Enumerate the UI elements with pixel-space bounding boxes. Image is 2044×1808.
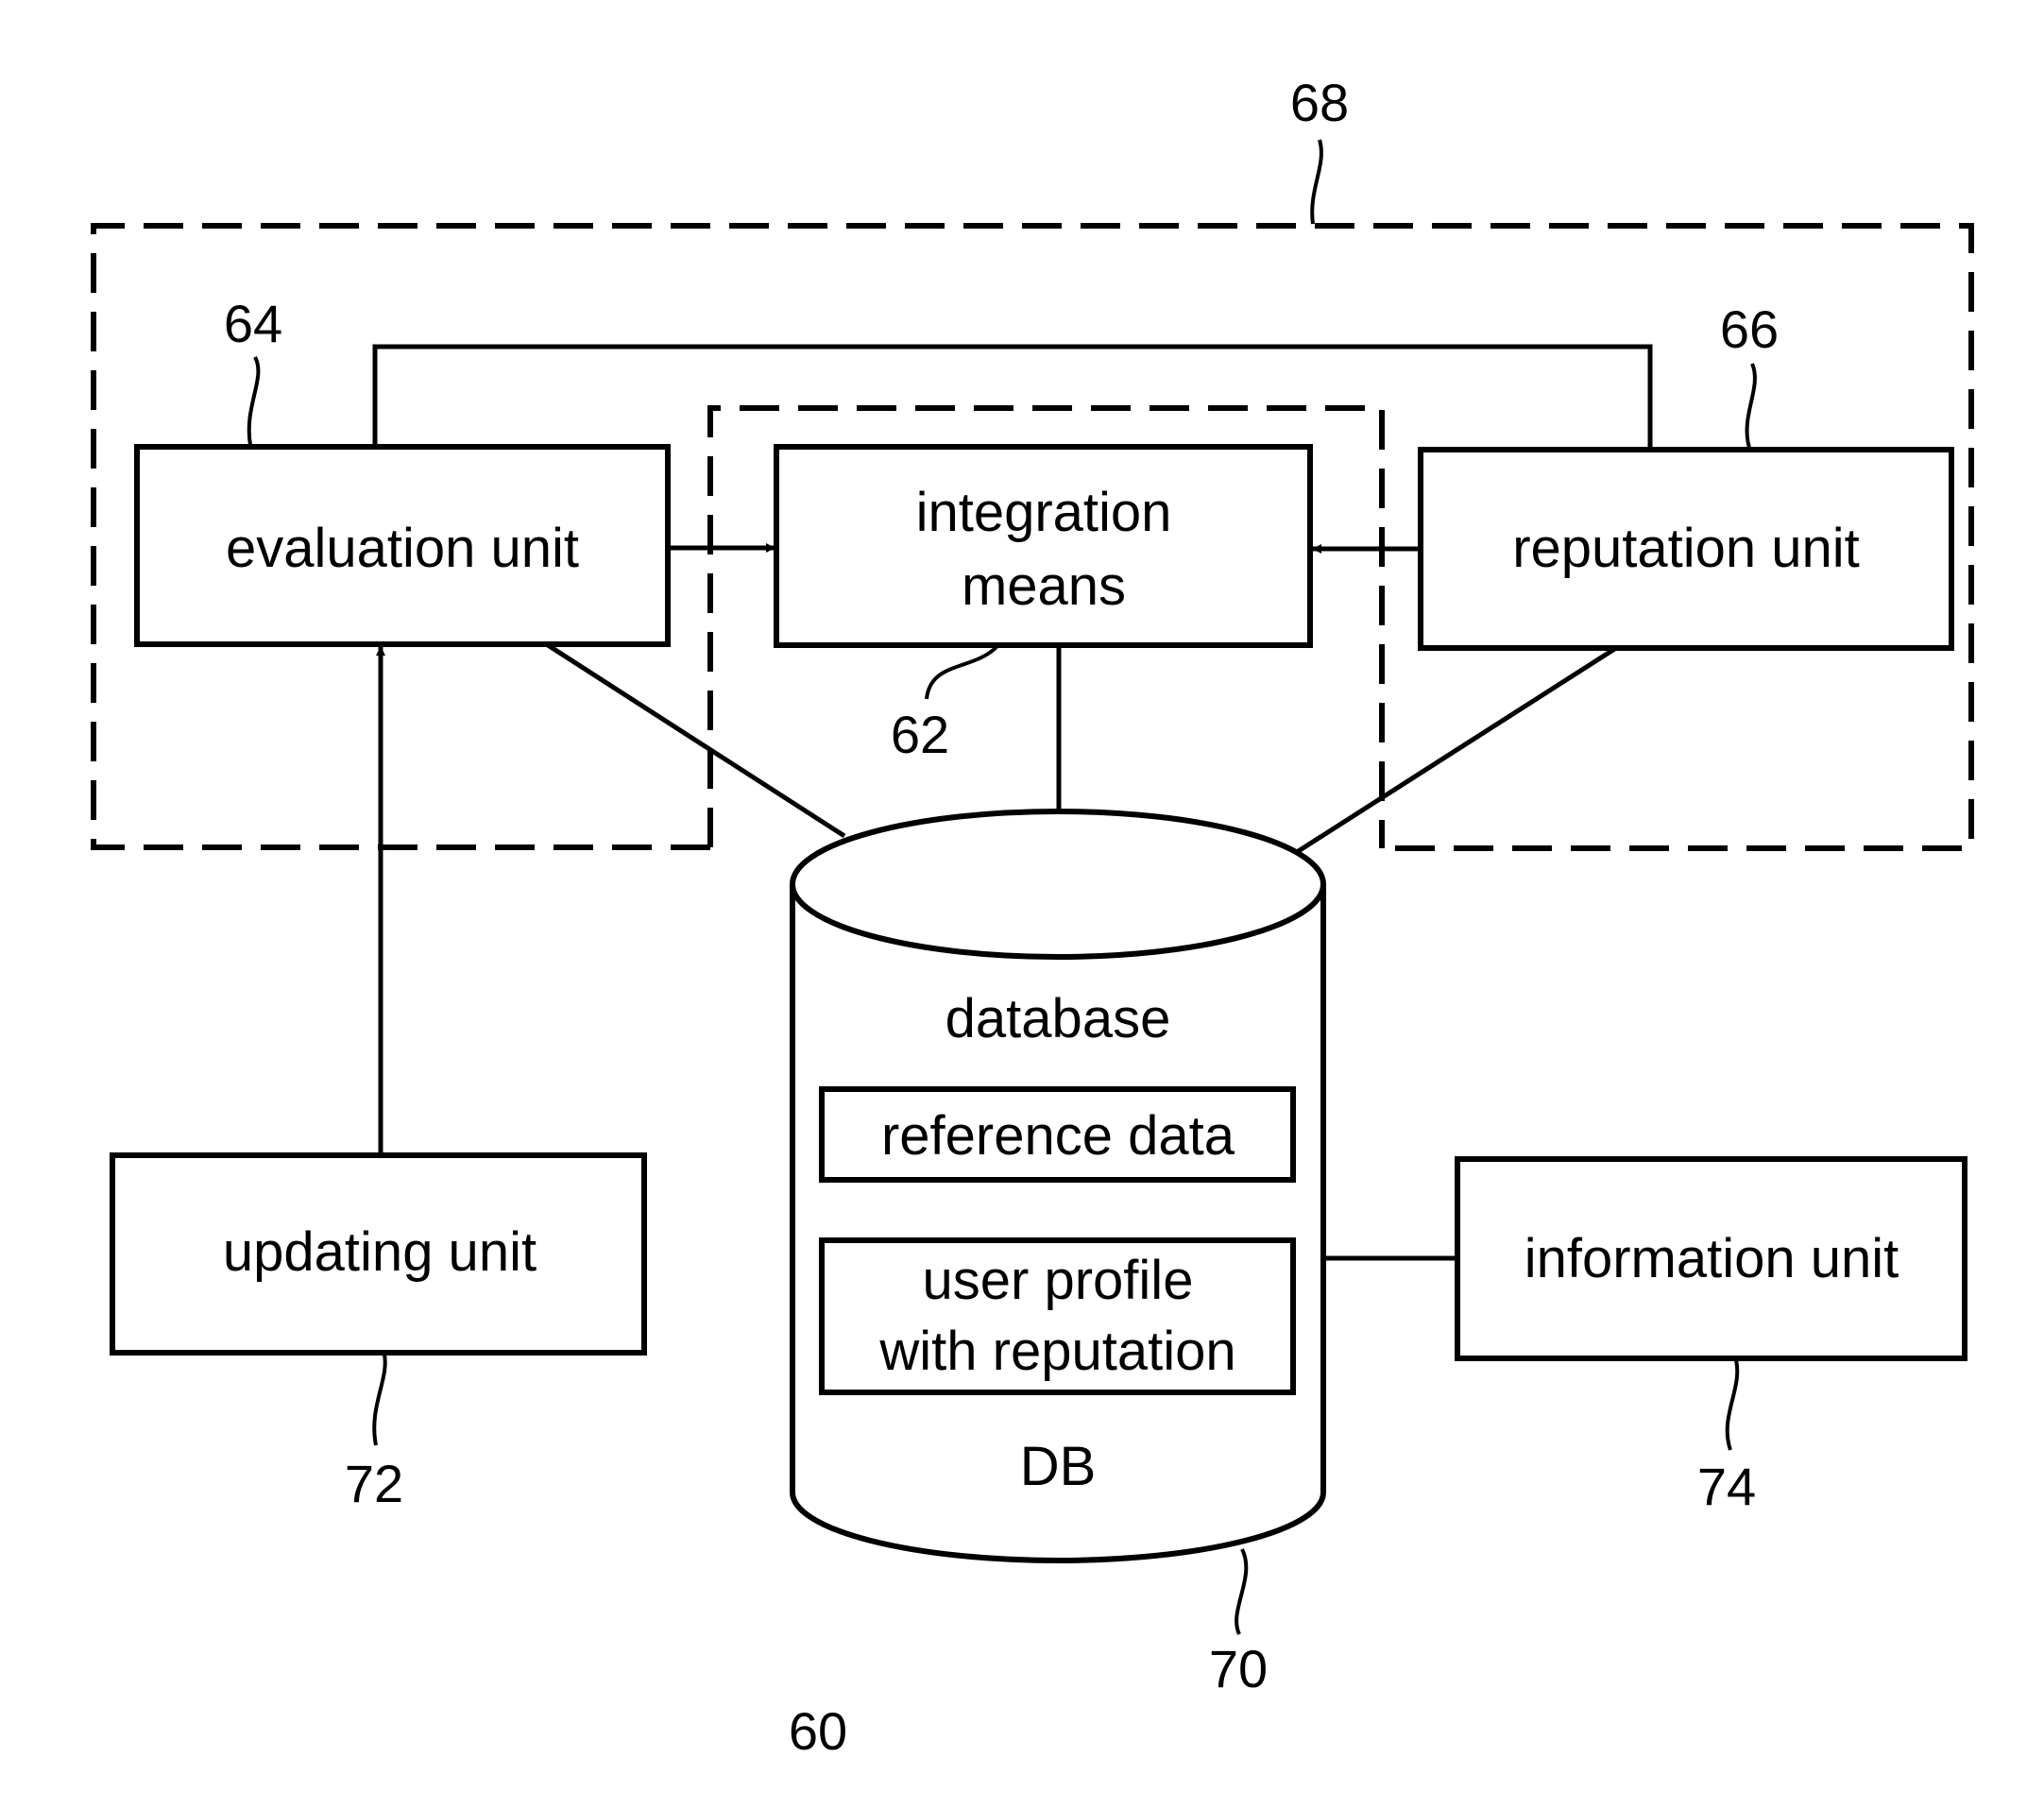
ref-64: 64 bbox=[224, 294, 282, 353]
user-profile-label-line1: user profile bbox=[923, 1250, 1194, 1311]
leader-66 bbox=[1745, 363, 1757, 449]
ref-68: 68 bbox=[1290, 73, 1349, 132]
eval-db-line bbox=[546, 642, 846, 839]
information-unit: information unit bbox=[1455, 1156, 1967, 1361]
reputation-unit-label: reputation unit bbox=[1512, 518, 1860, 579]
information-unit-label: information unit bbox=[1524, 1228, 1899, 1289]
ref-72: 72 bbox=[345, 1454, 403, 1513]
integration-means-label-line2: means bbox=[962, 555, 1126, 617]
block-diagram: evaluation unit integration means reputa… bbox=[91, 73, 1974, 1761]
eval-reputation-connector bbox=[372, 344, 1653, 450]
database-footer: DB bbox=[1020, 1436, 1097, 1497]
evaluation-unit: evaluation unit bbox=[134, 444, 671, 647]
leader-68 bbox=[1310, 139, 1323, 225]
user-profile-label-line2: with reputation bbox=[878, 1321, 1235, 1382]
updating-unit: updating unit bbox=[110, 1152, 647, 1356]
integration-means-label-line1: integration bbox=[916, 482, 1172, 543]
reputation-db-line bbox=[1295, 645, 1618, 855]
figure-number: 60 bbox=[789, 1701, 847, 1761]
ref-74: 74 bbox=[1697, 1457, 1756, 1516]
ref-66: 66 bbox=[1720, 299, 1779, 359]
integration-means: integration means bbox=[774, 444, 1313, 648]
leader-74 bbox=[1725, 1359, 1740, 1451]
database-title: database bbox=[945, 988, 1171, 1049]
reputation-unit: reputation unit bbox=[1418, 447, 1954, 651]
leader-62 bbox=[925, 645, 998, 700]
leader-70 bbox=[1235, 1548, 1249, 1635]
evaluation-unit-label: evaluation unit bbox=[226, 518, 579, 579]
leader-64 bbox=[247, 356, 261, 446]
ref-70: 70 bbox=[1209, 1639, 1268, 1698]
leader-72 bbox=[372, 1354, 387, 1446]
updating-unit-label: updating unit bbox=[223, 1221, 537, 1283]
database-cylinder: database reference data user profile wit… bbox=[790, 809, 1326, 1563]
reference-data-label: reference data bbox=[881, 1105, 1235, 1167]
ref-62: 62 bbox=[891, 705, 949, 764]
